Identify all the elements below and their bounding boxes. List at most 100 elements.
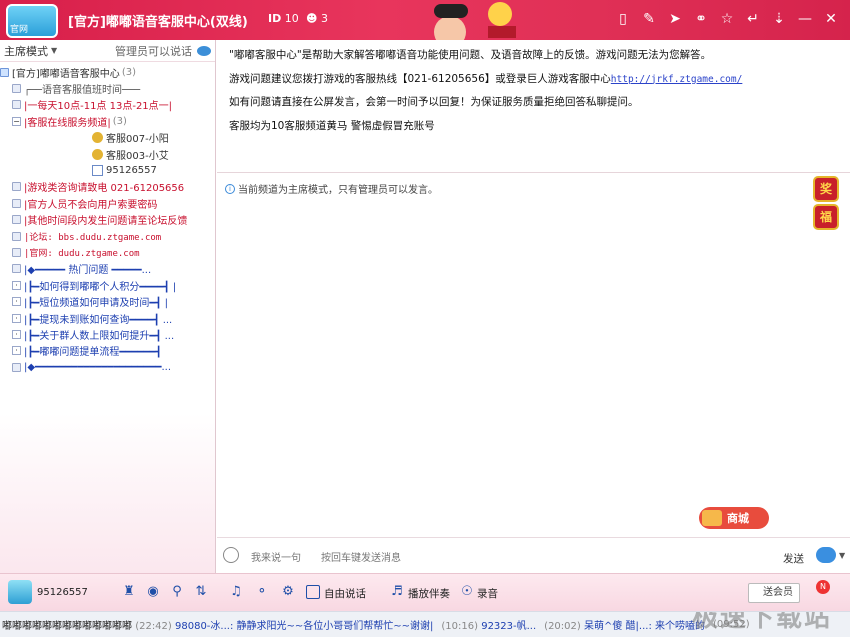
message-input-bar: 我来说一句 按回车键发送消息 发送 ▼	[217, 537, 850, 573]
expand-icon[interactable]: ·	[12, 329, 21, 339]
channel-item[interactable]: |游戏类咨询请致电 021-61205656	[0, 179, 215, 195]
channel-item[interactable]: · |┣━关于群人数上限如何提升━┫ ...	[0, 326, 215, 342]
title-bar: 官网 [官方]嘟嘟语音客服中心(双线) ID 10 ☻ 3 ▯ ✎ ➤ ⚭ ☆ …	[0, 0, 850, 40]
mode-header: 主席模式 ▼ 管理员可以说话	[0, 40, 215, 62]
channel-item[interactable]: · |┣━短位频道如何申请及时间━┫ |	[0, 293, 215, 309]
notice-line: 游戏问题建议您拨打游戏的客服热线【021-61205656】或登录巨人游戏客服中…	[229, 71, 838, 86]
emoji-icon[interactable]	[223, 547, 239, 563]
send-button[interactable]: 发送	[783, 551, 804, 566]
phone-icon[interactable]: ▯	[610, 8, 636, 30]
lock-icon	[12, 198, 21, 208]
channel-label: |◆━━━━━ 热门问题 ━━━━━...	[24, 265, 152, 277]
channel-item[interactable]: |一每天10点-11点 13点-21点一|	[0, 97, 215, 113]
lucky-badge[interactable]: 福	[813, 204, 839, 230]
member-item[interactable]: 客服007-小阳	[0, 130, 215, 146]
ticker-name: 嘟嘟嘟嘟嘟嘟嘟嘟嘟嘟嘟嘟嘟	[2, 621, 132, 632]
membership-button[interactable]: 送会员	[748, 583, 800, 603]
channel-label: |客服在线服务频道|	[24, 117, 111, 129]
plane-icon[interactable]: ➤	[662, 8, 688, 30]
system-message: i 当前频道为主席模式，只有管理员可以发言。	[225, 181, 438, 196]
channel-item[interactable]: |◆━━━━━ 热门问题 ━━━━━...	[0, 261, 215, 277]
shop-icon	[702, 510, 722, 526]
expand-icon[interactable]: ·	[12, 280, 21, 290]
id-value: 10	[284, 12, 299, 25]
channel-label: |┣━嘟嘟问题提单流程━━━━━━┫	[24, 347, 162, 359]
staff-avatar-icon	[92, 132, 103, 144]
channel-item[interactable]: |其他时间段内发生问题请至论坛反馈	[0, 212, 215, 228]
channel-item[interactable]: |官方人员不会向用户索要密码	[0, 195, 215, 211]
user-avatar[interactable]	[8, 580, 32, 604]
star-icon[interactable]: ☆	[714, 8, 740, 30]
chat-area[interactable]: i 当前频道为主席模式，只有管理员可以发言。 奖 福 商城	[217, 174, 850, 536]
notice-line: 客服均为10客服频道黄马 警惕虚假冒充账号	[229, 119, 435, 132]
search-icon[interactable]: ⚲	[169, 584, 185, 600]
channel-item[interactable]: · |┣━如何得到嘟嘟个人积分━━━━┫ |	[0, 277, 215, 293]
lock-icon	[12, 100, 21, 110]
speech-bubble-icon[interactable]	[816, 547, 836, 563]
expand-icon[interactable]: ·	[12, 346, 21, 356]
ticker-time: (10:16)	[441, 621, 479, 632]
audio-settings-icon[interactable]: ⚙	[280, 584, 296, 600]
play-music-button[interactable]: 播放伴奏	[408, 586, 450, 601]
bracket-icon[interactable]: ⇅	[193, 584, 209, 600]
record-icon[interactable]: ☉	[459, 584, 475, 600]
record-button[interactable]: 录音	[477, 586, 498, 601]
broadcast-ticker[interactable]: 嘟嘟嘟嘟嘟嘟嘟嘟嘟嘟嘟嘟嘟 (22:42) 98080-冰...: 静静求阳光~…	[0, 611, 850, 637]
window-controls: ▯ ✎ ➤ ⚭ ☆ ↵ ⇣ — ✕	[610, 8, 844, 30]
channel-item[interactable]: |◆━━━━━━━━━━━━━━━━━━━━━...	[0, 359, 215, 375]
user-count: ☻ 3	[306, 12, 328, 25]
new-year-decoration	[434, 2, 516, 40]
lock-icon	[12, 84, 21, 94]
prize-badge[interactable]: 奖	[813, 176, 839, 202]
channel-label: |◆━━━━━━━━━━━━━━━━━━━━━...	[24, 361, 172, 373]
location-icon[interactable]: ◉	[145, 584, 161, 600]
channel-item[interactable]: · |┣━嘟嘟问题提单流程━━━━━━┫	[0, 343, 215, 359]
lock-icon	[12, 247, 21, 257]
notice-line: 如有问题请直接在公屏发言，会第一时间予以回复！为保证服务质量拒绝回答私聊提问。	[229, 96, 639, 108]
message-input[interactable]: 我来说一句	[251, 549, 301, 564]
expand-icon[interactable]: ·	[12, 313, 21, 323]
channel-root[interactable]: [官方]嘟嘟语音客服中心 (3)	[0, 64, 215, 80]
chat-icon[interactable]: ⚭	[688, 8, 714, 30]
download-icon[interactable]: ↵	[740, 8, 766, 30]
notification-badge[interactable]: N	[816, 580, 830, 594]
channel-item[interactable]: |官网: dudu.ztgame.com	[0, 244, 215, 260]
channel-label: |┣━短位频道如何申请及时间━┫ |	[24, 298, 168, 310]
channel-root-count: (3)	[121, 66, 136, 78]
music-icon[interactable]: ♬	[389, 584, 405, 600]
channel-item-service[interactable]: − |客服在线服务频道| (3)	[0, 113, 215, 129]
ticker-time: (22:42)	[135, 621, 172, 632]
free-speak-button[interactable]: 自由说话	[324, 586, 366, 601]
lock-icon	[12, 182, 21, 192]
channel-label: |游戏类咨询请致电 021-61205656	[24, 183, 185, 195]
ticker-message: 92323-帆...	[481, 621, 537, 632]
minimize-icon[interactable]: —	[792, 8, 818, 30]
chevron-down-icon[interactable]: ▼	[839, 551, 845, 560]
close-icon[interactable]: ✕	[818, 8, 844, 30]
ticker-item: (20:02) 呆萌^傻 醋|...: 来个唠嗑的	[544, 617, 705, 632]
maximize-icon[interactable]: ⇣	[766, 8, 792, 30]
chevron-down-icon[interactable]: ▼	[51, 46, 57, 55]
channel-item[interactable]: |论坛: bbs.dudu.ztgame.com	[0, 228, 215, 244]
home-icon	[0, 67, 9, 77]
channel-label: |其他时间段内发生问题请至论坛反馈	[24, 216, 188, 228]
channel-notice: "嘟嘟客服中心"是帮助大家解答嘟嘟语音功能使用问题、及语音故障上的反馈。游戏问题…	[217, 40, 850, 173]
member-item[interactable]: 95126557	[0, 162, 215, 178]
microphone-icon[interactable]: ⚬	[254, 584, 270, 600]
system-message-text: 当前频道为主席模式，只有管理员可以发言。	[238, 185, 438, 196]
pen-icon[interactable]: ✎	[636, 8, 662, 30]
mode-selector[interactable]: 主席模式	[4, 43, 48, 59]
channel-item[interactable]: ┌──语音客服值班时间───	[0, 80, 215, 96]
eye-icon[interactable]	[197, 45, 211, 56]
channel-label: |一每天10点-11点 13点-21点一|	[24, 101, 173, 113]
member-item[interactable]: 客服003-小艾	[0, 146, 215, 162]
support-link[interactable]: http://jrkf.ztgame.com/	[611, 74, 743, 85]
expand-icon[interactable]: ·	[12, 297, 21, 307]
free-speak-icon[interactable]	[306, 585, 320, 599]
channel-item[interactable]: · |┣━提现未到账如何查询━━━━┫ ...	[0, 310, 215, 326]
users-icon[interactable]: ♜	[121, 584, 137, 600]
channel-tree: [官方]嘟嘟语音客服中心 (3) ┌──语音客服值班时间─── |一每天10点-…	[0, 62, 215, 375]
speaker-icon[interactable]: ♫	[228, 584, 244, 600]
collapse-icon[interactable]: −	[12, 116, 21, 126]
mall-button[interactable]: 商城	[699, 507, 769, 529]
